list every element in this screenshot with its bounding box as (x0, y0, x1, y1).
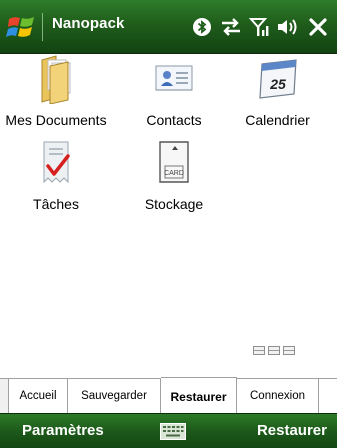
app-label: Calendrier (245, 112, 310, 128)
close-icon[interactable] (306, 15, 330, 39)
tasks-icon (34, 138, 78, 188)
app-contacts[interactable]: Contacts (118, 54, 230, 150)
app-label: Stockage (144, 196, 204, 212)
softkey-parametres[interactable]: Paramètres (22, 422, 104, 439)
tab-sauvegarder[interactable]: Sauvegarder (68, 379, 161, 413)
app-grid: Mes Documents Contacts 25 Calendrier Tâc… (0, 54, 337, 378)
page-dot (268, 346, 280, 355)
card-text: CARD (164, 170, 184, 177)
app-mes-documents[interactable]: Mes Documents (0, 54, 112, 150)
signal-icon[interactable] (248, 15, 272, 39)
storage-card-icon: CARD (152, 138, 196, 188)
keyboard-icon[interactable] (160, 423, 186, 440)
tab-restaurer[interactable]: Restaurer (161, 377, 237, 414)
tab-bar-filler (319, 379, 337, 413)
calendar-icon: 25 (256, 54, 300, 104)
connectivity-icon[interactable] (219, 15, 243, 39)
app-stockage[interactable]: CARD Stockage (118, 138, 230, 234)
tab-accueil[interactable]: Accueil (8, 379, 68, 413)
start-menu-button[interactable] (6, 12, 38, 42)
bluetooth-icon[interactable] (190, 15, 214, 39)
app-label: Tâches (33, 196, 79, 212)
softkey-bar: Paramètres Restaurer (0, 413, 337, 448)
calendar-day-text: 25 (269, 76, 286, 92)
title-bar: Nanopack (0, 0, 337, 54)
app-label: Mes Documents (5, 112, 107, 128)
softkey-restaurer[interactable]: Restaurer (257, 422, 327, 439)
tab-connexion[interactable]: Connexion (237, 379, 319, 413)
app-taches[interactable]: Tâches (0, 138, 112, 234)
app-calendrier[interactable]: 25 Calendrier (218, 54, 337, 150)
folder-icon (34, 54, 78, 105)
app-label: Contacts (146, 112, 202, 128)
windows-flag-icon (6, 17, 34, 37)
title-separator (42, 13, 43, 41)
page-dot (253, 346, 265, 355)
page-dot (283, 346, 295, 355)
page-indicator (253, 346, 295, 355)
tab-bar: Accueil Sauvegarder Restaurer Connexion (0, 377, 337, 414)
volume-icon[interactable] (276, 15, 300, 39)
contacts-icon (152, 54, 196, 104)
window-title: Nanopack (52, 15, 125, 32)
